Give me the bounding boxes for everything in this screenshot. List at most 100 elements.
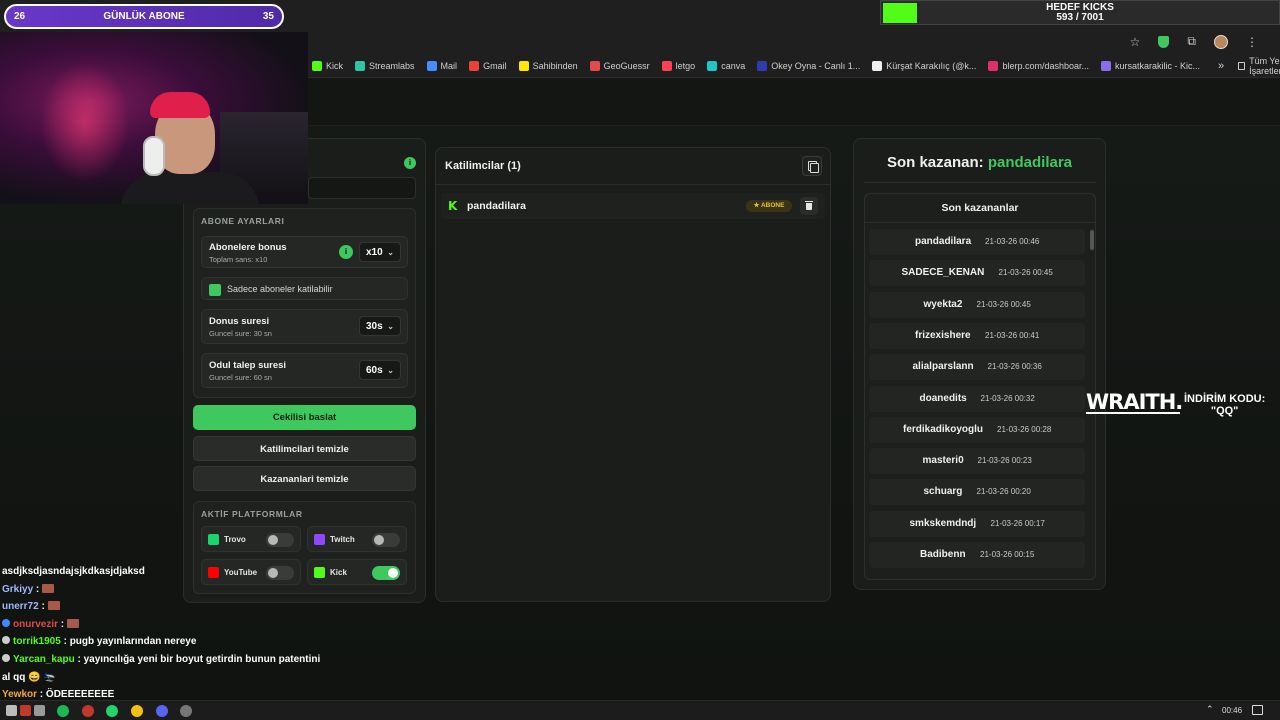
extensions-puzzle-icon[interactable]: ⧉ (1187, 34, 1196, 49)
opera-icon[interactable] (82, 705, 94, 717)
bookmark-item[interactable]: Okey Oyna - Canlı 1... (757, 60, 860, 71)
bonus-multiplier-select[interactable]: x10 ⌄ (359, 242, 401, 262)
bookmark-favicon-icon (589, 60, 600, 71)
app-icon[interactable] (20, 705, 31, 716)
only-subs-label: Sadece aboneler katilabilir (227, 284, 333, 294)
app-icon[interactable] (6, 705, 17, 716)
badge-icon (2, 653, 10, 662)
chat-message: Yarcan_kapu : yayıncılığa yeni bir boyut… (2, 651, 332, 669)
bookmark-label: Streamlabs (369, 60, 415, 71)
emote-icon (42, 583, 55, 593)
trovo-icon (208, 534, 219, 545)
all-bookmarks-folder[interactable]: Tüm Yer İşaretleri (1238, 56, 1280, 76)
winner-time: 21-03-26 00:17 (990, 518, 1045, 528)
platform-toggle[interactable] (372, 566, 400, 580)
webcam-person-body (120, 172, 260, 204)
whatsapp-icon[interactable] (106, 705, 118, 717)
winner-time: 21-03-26 00:23 (977, 456, 1032, 466)
subs-target: 35 (262, 11, 274, 22)
bookmark-favicon-icon (988, 60, 999, 71)
kick-goal-value: 593 / 7001 (1056, 12, 1104, 23)
bookmark-item[interactable]: Sahibinden (518, 60, 578, 71)
participants-title: Katilimcilar (1) (445, 160, 521, 172)
chat-message: unerr72 : (2, 598, 332, 616)
winner-time: 21-03-26 00:45 (976, 299, 1031, 309)
bookmark-favicon-icon (518, 60, 529, 71)
cooldown-select[interactable]: 30s ⌄ (359, 316, 401, 336)
all-bookmarks-label: Tüm Yer İşaretleri (1249, 55, 1280, 76)
obs-icon[interactable] (180, 705, 192, 717)
bookmark-item[interactable]: Streamlabs (355, 60, 415, 71)
clear-participants-button[interactable]: Katilimcilari temizle (193, 436, 416, 461)
bookmark-favicon-icon (872, 60, 883, 71)
chevron-up-icon[interactable]: ⌃ (1206, 704, 1214, 715)
platform-label: Trovo (224, 535, 246, 544)
platform-toggle[interactable] (266, 533, 294, 547)
latest-winner-heading: Son kazanan: pandadilara (853, 154, 1106, 171)
emote-icon (66, 618, 79, 628)
clear-winners-button[interactable]: Kazananlari temizle (193, 466, 416, 491)
profile-avatar[interactable] (1214, 34, 1228, 49)
notifications-icon[interactable] (1252, 705, 1263, 715)
chat-username: torrik1905 (13, 636, 61, 648)
badge-icon (2, 636, 10, 645)
bookmark-item[interactable]: letgo (661, 60, 696, 71)
bookmarks-overflow-icon[interactable]: » (1218, 60, 1224, 72)
bookmark-item[interactable]: Kick (312, 60, 343, 71)
platform-toggle[interactable] (372, 533, 400, 547)
claim-time-sublabel: Guncel sure: 60 sn (209, 373, 272, 382)
claim-time-row: Odul talep suresi Guncel sure: 60 sn 60s… (201, 353, 408, 388)
bookmark-item[interactable]: GeoGuessr (589, 60, 650, 71)
toggle-knob (268, 535, 278, 545)
extension-shield-icon[interactable] (1158, 35, 1170, 48)
chat-username: Yarcan_kapu (13, 653, 75, 665)
platform-trovo: Trovo (201, 526, 301, 552)
chrome-icon[interactable] (131, 705, 143, 717)
bookmark-item[interactable]: Gmail (469, 60, 507, 71)
start-giveaway-button[interactable]: Cekilisi baslat (193, 405, 416, 430)
bookmark-item[interactable]: kursatkarakilic - Kic... (1101, 60, 1200, 71)
platform-label: Kick (330, 568, 347, 577)
only-subs-row[interactable]: Sadece aboneler katilabilir (201, 277, 408, 300)
giveaway-keyword-input[interactable] (308, 177, 416, 199)
app-icon[interactable] (34, 705, 45, 716)
discord-icon[interactable] (156, 705, 168, 717)
chat-text: : pugb yayınlarından nereye (60, 636, 197, 648)
chat-message: onurvezir : (2, 616, 332, 634)
bookmark-favicon-icon (707, 60, 718, 71)
promo-line1: İNDİRİM KODU: (1184, 393, 1266, 405)
claim-time-label: Odul talep suresi (209, 360, 287, 371)
bookmark-star-icon[interactable]: ☆ (1130, 35, 1141, 49)
badge-icon (2, 618, 10, 627)
copy-icon[interactable] (802, 156, 822, 176)
winner-time: 21-03-26 00:46 (985, 237, 1040, 246)
winner-name: doanedits (919, 392, 967, 404)
bookmark-item[interactable]: blerp.com/dashboar... (988, 60, 1089, 71)
bonus-info-icon[interactable]: i (339, 245, 353, 259)
winners-scrollbar[interactable] (1090, 230, 1094, 250)
browser-menu-icon[interactable]: ⋮ (1246, 35, 1258, 49)
bookmark-item[interactable]: Kürşat Karakılıç (@k... (872, 60, 976, 71)
webcam-person-hair (150, 92, 210, 118)
cooldown-row: Donus suresi Guncel sure: 30 sn 30s ⌄ (201, 309, 408, 344)
winner-row: wyekta2 21-03-26 00:45 (869, 291, 1085, 318)
bookmark-item[interactable]: Mail (426, 60, 457, 71)
trash-icon[interactable] (800, 197, 818, 215)
bookmark-label: letgo (675, 60, 696, 71)
spotify-icon[interactable] (57, 705, 69, 717)
select-value: 30s (366, 320, 383, 332)
bookmark-label: blerp.com/dashboar... (1002, 60, 1089, 71)
bookmark-item[interactable]: canva (707, 60, 745, 71)
os-taskbar: ⌃ 00:46 (0, 700, 1280, 720)
winner-name: smkskemdndj (909, 517, 977, 529)
divider (864, 182, 1096, 183)
chat-message: asdjksdjasndajsjkdkasjdjaksd (2, 563, 332, 581)
claim-time-select[interactable]: 60s ⌄ (359, 360, 401, 380)
latest-winner-prefix: Son kazanan: (886, 154, 988, 171)
sub-bonus-sublabel: Toplam sans: x10 (209, 255, 268, 264)
only-subs-checkbox[interactable] (209, 284, 221, 296)
platforms-title: AKTİF PLATFORMLAR (201, 509, 303, 519)
info-icon[interactable]: i (404, 157, 416, 169)
chat-sep: : (58, 618, 67, 630)
kick-logo-icon: K (448, 199, 458, 213)
